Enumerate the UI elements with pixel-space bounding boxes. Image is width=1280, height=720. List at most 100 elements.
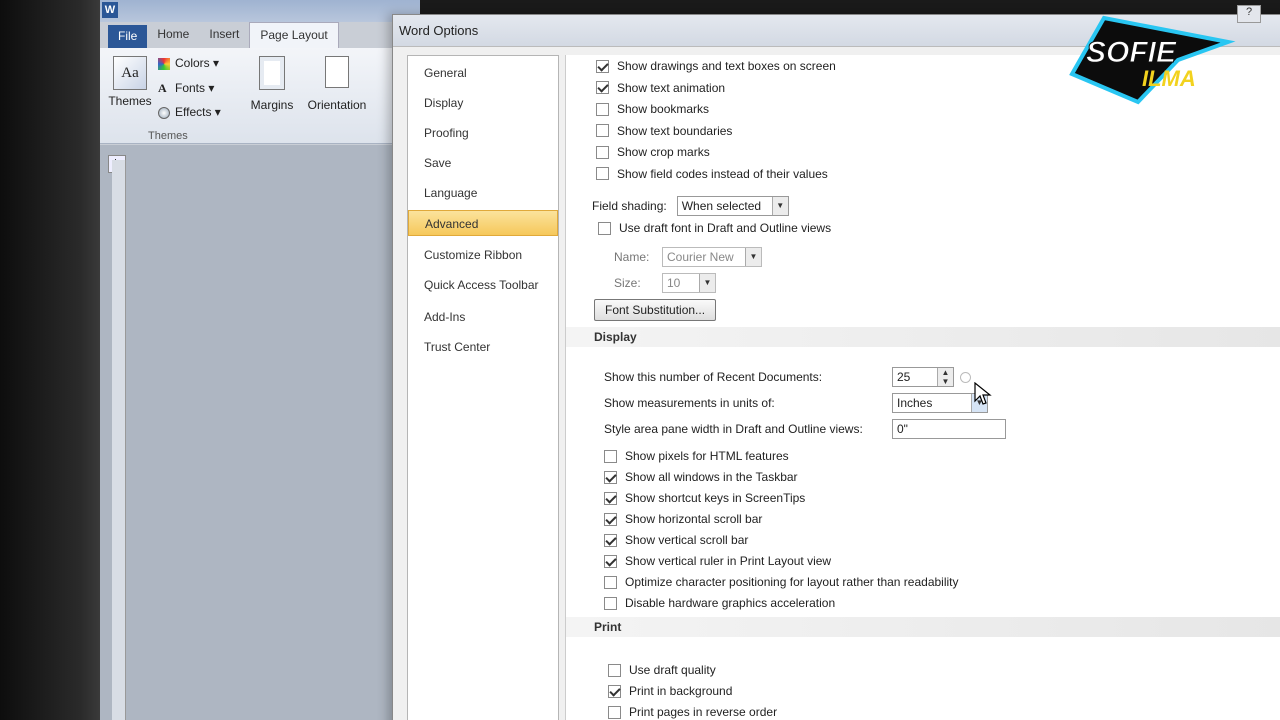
option-row[interactable]: Show vertical ruler in Print Layout view [604,554,831,568]
word-window: W File Home Insert Page Layout Aa Themes… [100,0,420,720]
option-row[interactable]: Optimize character positioning for layou… [604,575,959,589]
nav-item-quick-access-toolbar[interactable]: Quick Access Toolbar [408,272,558,298]
option-row[interactable]: Show vertical scroll bar [604,533,748,547]
style-area-input[interactable]: 0" [892,419,1006,439]
option-checkbox[interactable] [596,145,609,159]
option-checkbox[interactable] [604,470,617,484]
option-label: Print pages in reverse order [629,705,778,719]
nav-item-advanced[interactable]: Advanced [408,210,558,236]
margins-button[interactable]: Margins [244,56,300,112]
nav-item-proofing[interactable]: Proofing [408,120,558,146]
nav-item-display[interactable]: Display [408,90,558,116]
effects-button[interactable]: Effects ▾ [158,105,221,119]
font-sub-row: Font Substitution... [594,299,717,321]
option-checkbox[interactable] [604,533,617,547]
draft-font-row[interactable]: Use draft font in Draft and Outline view… [598,221,831,235]
option-checkbox[interactable] [604,449,617,463]
word-titlebar: W [100,0,420,22]
watermark-text-1: SOFIE [1086,36,1177,69]
recent-docs-row: Show this number of Recent Documents: 25… [604,367,971,387]
nav-item-trust-center[interactable]: Trust Center [408,334,558,360]
option-checkbox[interactable] [596,167,609,180]
option-row[interactable]: Show horizontal scroll bar [604,512,762,526]
tab-page-layout[interactable]: Page Layout [249,22,339,48]
ribbon-tabs: File Home Insert Page Layout [100,22,420,48]
option-label: Show crop marks [617,145,710,159]
display-section-header: Display [566,327,1280,347]
margins-icon [259,56,285,90]
draft-font-name-select[interactable]: Courier New ▼ [662,247,762,267]
monitor-bezel [0,0,100,720]
option-checkbox[interactable] [604,491,617,505]
tab-file[interactable]: File [108,25,148,48]
option-label: Show vertical scroll bar [625,533,749,547]
option-row[interactable]: Show pixels for HTML features [604,449,789,463]
option-checkbox[interactable] [596,81,609,94]
option-row[interactable]: Show text boundaries [596,124,732,138]
nav-item-general[interactable]: General [408,60,558,86]
field-shading-label: Field shading: [592,199,667,213]
vertical-ruler [112,160,126,720]
chevron-down-icon[interactable]: ▼ [699,274,715,292]
option-row[interactable]: Show shortcut keys in ScreenTips [604,491,805,505]
name-row: Name: Courier New ▼ [614,247,762,267]
option-checkbox[interactable] [604,596,617,610]
size-label: Size: [614,276,641,290]
draft-font-checkbox[interactable] [598,221,611,235]
option-checkbox[interactable] [608,663,621,677]
name-label: Name: [614,250,650,264]
nav-item-add-ins[interactable]: Add-Ins [408,304,558,330]
font-substitution-button[interactable]: Font Substitution... [594,299,717,321]
option-row[interactable]: Print pages in reverse order [608,705,777,719]
option-checkbox[interactable] [596,59,609,73]
option-row[interactable]: Disable hardware graphics acceleration [604,596,835,610]
size-row: Size: 10 ▼ [614,273,716,293]
nav-item-customize-ribbon[interactable]: Customize Ribbon [408,242,558,268]
chevron-down-icon[interactable]: ▼ [745,248,761,266]
option-checkbox[interactable] [608,684,621,698]
option-row[interactable]: Print in background [608,684,732,698]
fonts-icon: A [158,81,167,95]
option-row[interactable]: Show all windows in the Taskbar [604,470,798,484]
option-row[interactable]: Show drawings and text boxes on screen [596,59,836,73]
option-checkbox[interactable] [604,554,617,568]
themes-group-label: Themes [148,130,188,142]
option-row[interactable]: Show bookmarks [596,102,709,116]
option-row[interactable]: Use draft quality [608,663,716,677]
option-row[interactable]: Show text animation [596,81,725,95]
help-button[interactable]: ? [1237,5,1261,23]
tab-home[interactable]: Home [147,22,199,48]
option-checkbox[interactable] [604,512,617,526]
measure-label: Show measurements in units of: [604,396,775,410]
field-shading-select[interactable]: When selected ▼ [676,196,789,216]
option-checkbox[interactable] [596,102,609,116]
ribbon: Aa Themes Colors ▾ A Fonts ▾ Effects ▾ Ma… [100,48,420,144]
option-row[interactable]: Show crop marks [596,145,710,159]
nav-item-save[interactable]: Save [408,150,558,176]
option-checkbox[interactable] [596,124,609,137]
orientation-icon [325,56,349,88]
option-label: Show drawings and text boxes on screen [617,59,836,73]
effects-icon [158,106,170,119]
fonts-button[interactable]: A Fonts ▾ [158,81,214,96]
document-area[interactable] [100,145,420,720]
option-label: Disable hardware graphics acceleration [625,596,836,610]
draft-font-size-select[interactable]: 10 ▼ [662,273,716,293]
recent-docs-spinner[interactable]: 25 ▲ ▼ [892,367,954,387]
option-row[interactable]: Show field codes instead of their values [596,167,828,181]
themes-button[interactable]: Aa Themes [108,56,152,108]
chevron-down-icon[interactable]: ▼ [771,197,788,215]
option-checkbox[interactable] [608,705,621,719]
option-label: Optimize character positioning for layou… [625,575,959,589]
word-app-icon[interactable]: W [102,2,118,18]
colors-button[interactable]: Colors ▾ [158,56,219,70]
tab-insert[interactable]: Insert [199,22,249,48]
watermark-logo: SOFIE ILMA [1069,15,1236,105]
nav-item-language[interactable]: Language [408,180,558,206]
orientation-button[interactable]: Orientation [298,56,376,112]
themes-icon: Aa [113,56,147,90]
option-label: Print in background [629,684,733,698]
option-label: Show horizontal scroll bar [625,512,763,526]
spinner-icon[interactable]: ▲ ▼ [937,368,953,386]
option-checkbox[interactable] [604,575,617,589]
